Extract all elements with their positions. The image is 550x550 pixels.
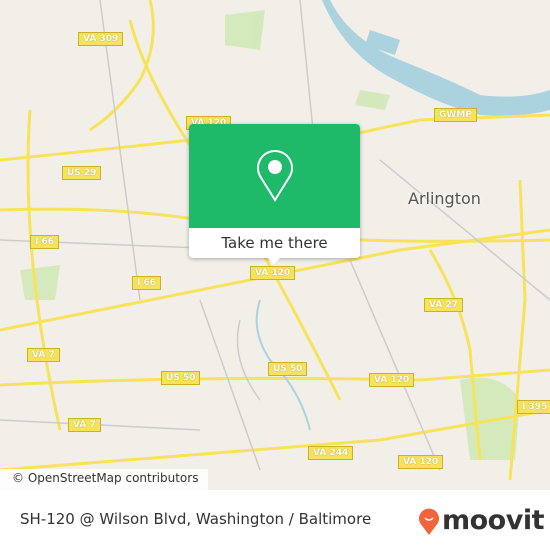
route-shield: GWMP — [434, 108, 477, 122]
route-shield: VA 27 — [424, 298, 463, 312]
route-shield: I 66 — [132, 276, 162, 290]
route-shield: VA 120 — [369, 373, 415, 387]
stop-title: SH-120 @ Wilson Blvd, Washington / Balti… — [20, 510, 372, 528]
logo-text: moovit — [442, 505, 545, 536]
attribution[interactable]: © OpenStreetMap contributors — [0, 469, 209, 490]
moovit-pin-icon — [419, 508, 439, 535]
map-pin-icon — [256, 150, 293, 202]
route-shield: I 66 — [30, 235, 60, 249]
route-shield: I 395 — [517, 400, 550, 414]
popup-pointer — [268, 258, 280, 264]
city-label: Arlington — [408, 189, 481, 208]
route-shield: US 50 — [268, 362, 308, 376]
route-shield: VA 244 — [308, 446, 354, 460]
route-shield: VA 120 — [398, 455, 444, 469]
route-shield: VA 7 — [68, 418, 101, 432]
popup-header — [189, 124, 360, 228]
route-shield: US 50 — [161, 371, 201, 385]
take-me-there-button[interactable]: Take me there — [189, 228, 360, 258]
route-shield: US 29 — [62, 166, 102, 180]
popup: Take me there — [189, 124, 360, 258]
route-shield: VA 7 — [27, 348, 60, 362]
route-shield: VA 120 — [250, 266, 296, 280]
route-shield: VA 309 — [78, 32, 124, 46]
moovit-logo[interactable]: moovit — [418, 505, 545, 536]
